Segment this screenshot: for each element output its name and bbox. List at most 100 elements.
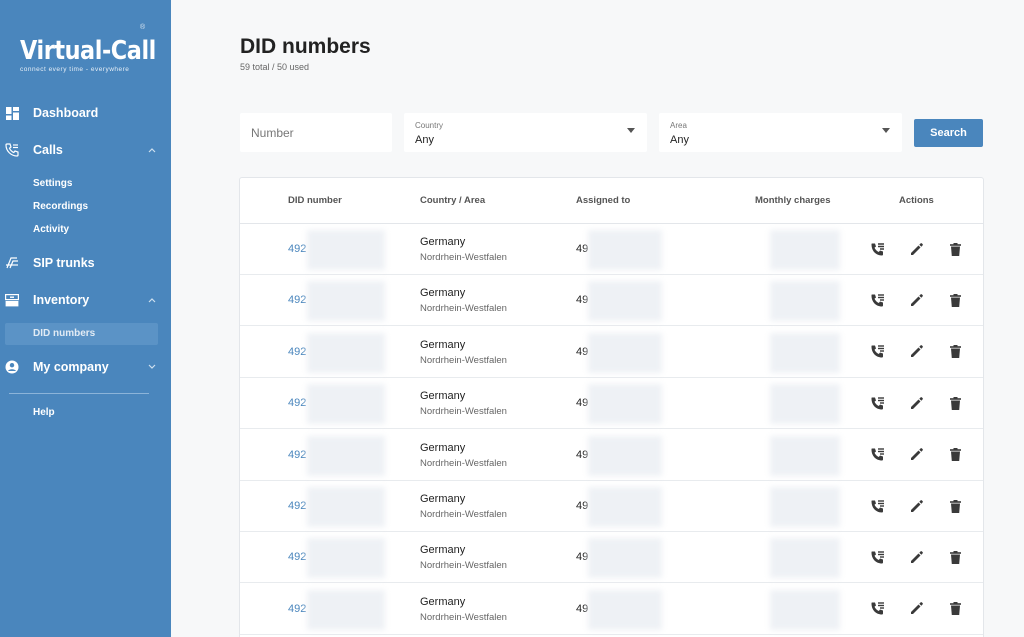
edit-pencil-icon[interactable]: [907, 394, 925, 412]
did-number-link[interactable]: 492: [288, 551, 306, 563]
phone-log-icon: [5, 143, 19, 157]
redacted-did: [307, 332, 385, 373]
did-number-link[interactable]: 492: [288, 294, 306, 306]
edit-pencil-icon[interactable]: [907, 497, 925, 515]
redacted-assigned: [588, 332, 662, 373]
nav-calls[interactable]: Calls: [0, 138, 171, 162]
redacted-did: [307, 589, 385, 630]
country-select[interactable]: Country Any: [404, 113, 647, 152]
trash-icon[interactable]: [946, 446, 964, 464]
redacted-assigned: [588, 589, 662, 630]
redacted-assigned: [588, 538, 662, 579]
dropdown-arrow-icon: [627, 128, 635, 133]
col-actions: Actions: [899, 195, 934, 206]
dashboard-icon: [5, 106, 19, 120]
did-number-link[interactable]: 492: [288, 449, 306, 461]
col-country-area[interactable]: Country / Area: [420, 195, 485, 206]
phone-forward-icon[interactable]: [868, 548, 886, 566]
col-monthly-charges[interactable]: Monthly charges: [755, 195, 831, 206]
nav-inventory[interactable]: Inventory: [0, 288, 171, 312]
phone-forward-icon[interactable]: [868, 497, 886, 515]
did-numbers-table: DID number Country / Area Assigned to Mo…: [239, 177, 984, 637]
col-did-number[interactable]: DID number: [288, 195, 342, 206]
did-number-link[interactable]: 492: [288, 500, 306, 512]
redacted-charges: [770, 487, 840, 527]
nav-help[interactable]: Help: [33, 407, 55, 418]
area-text: Nordrhein-Westfalen: [420, 252, 507, 263]
country-label: Country: [415, 121, 444, 130]
account-circle-icon: [5, 360, 19, 374]
edit-pencil-icon[interactable]: [907, 291, 925, 309]
assigned-to-text: 49: [576, 602, 589, 615]
chevron-down-icon[interactable]: [147, 362, 157, 372]
nav-calls-recordings[interactable]: Recordings: [33, 201, 88, 212]
did-number-link[interactable]: 492: [288, 397, 306, 409]
edit-pencil-icon[interactable]: [907, 343, 925, 361]
redacted-assigned: [588, 384, 662, 425]
area-text: Nordrhein-Westfalen: [420, 611, 507, 623]
col-assigned-to[interactable]: Assigned to: [576, 195, 630, 206]
phone-forward-icon[interactable]: [868, 291, 886, 309]
country-text: Germany: [420, 441, 466, 454]
nav-calls-label: Calls: [33, 143, 63, 157]
trash-icon[interactable]: [946, 343, 964, 361]
phone-forward-icon[interactable]: [868, 394, 886, 412]
area-text: Nordrhein-Westfalen: [420, 303, 507, 315]
redacted-assigned: [588, 281, 662, 322]
sidebar-divider: [9, 393, 149, 394]
nav-dashboard[interactable]: Dashboard: [0, 101, 171, 125]
phone-forward-icon[interactable]: [868, 343, 886, 361]
brand-name: Virtual-Call: [20, 36, 156, 66]
sidebar: Virtual-Call connect every time - everyw…: [0, 0, 171, 637]
redacted-assigned: [588, 230, 662, 270]
country-text: Germany: [420, 595, 466, 608]
did-number-link[interactable]: 492: [288, 603, 306, 615]
country-text: Germany: [420, 493, 466, 505]
country-text: Germany: [420, 338, 466, 351]
area-text: Nordrhein-Westfalen: [420, 560, 507, 572]
trash-icon[interactable]: [946, 394, 964, 412]
nav-calls-activity[interactable]: Activity: [33, 224, 69, 235]
trash-icon[interactable]: [946, 291, 964, 309]
nav-sip-trunks-label: SIP trunks: [33, 256, 95, 270]
redacted-assigned: [588, 435, 662, 476]
edit-pencil-icon[interactable]: [907, 446, 925, 464]
inventory-icon: [5, 293, 19, 307]
nav-sip-trunks[interactable]: SIP trunks: [0, 251, 171, 275]
number-filter: [240, 113, 392, 152]
table-row: 492 Germany Nordrhein-Westfalen 49: [240, 378, 983, 430]
area-text: Nordrhein-Westfalen: [420, 406, 507, 418]
area-text: Nordrhein-Westfalen: [420, 457, 507, 469]
chevron-up-icon[interactable]: [147, 145, 157, 155]
did-number-link[interactable]: 492: [288, 346, 306, 358]
country-text: Germany: [420, 390, 466, 403]
nav-calls-settings[interactable]: Settings: [33, 178, 72, 189]
edit-pencil-icon[interactable]: [907, 548, 925, 566]
trash-icon[interactable]: [946, 600, 964, 618]
nav-inventory-did-numbers[interactable]: DID numbers: [5, 323, 158, 345]
edit-pencil-icon[interactable]: [907, 600, 925, 618]
search-button[interactable]: Search: [914, 119, 983, 147]
redacted-did: [307, 435, 385, 476]
phone-forward-icon[interactable]: [868, 446, 886, 464]
trash-icon[interactable]: [946, 548, 964, 566]
nav-my-company[interactable]: My company: [0, 355, 171, 379]
area-text: Nordrhein-Westfalen: [420, 354, 507, 366]
did-number-link[interactable]: 492: [288, 243, 306, 255]
trash-icon[interactable]: [946, 497, 964, 515]
chevron-up-icon[interactable]: [147, 295, 157, 305]
brand-tagline: connect every time - everywhere: [20, 66, 130, 73]
phone-forward-icon[interactable]: [868, 600, 886, 618]
brand-logo[interactable]: Virtual-Call connect every time - everyw…: [20, 24, 160, 73]
area-select[interactable]: Area Any: [659, 113, 902, 152]
number-input[interactable]: [240, 113, 392, 152]
edit-pencil-icon[interactable]: [907, 240, 925, 258]
area-value: Any: [670, 134, 689, 146]
page-subtitle: 59 total / 50 used: [240, 62, 310, 72]
assigned-to-text: 49: [576, 294, 589, 307]
country-text: Germany: [420, 544, 466, 557]
phone-forward-icon[interactable]: [868, 240, 886, 258]
nav-inventory-label: Inventory: [33, 293, 90, 307]
redacted-assigned: [588, 487, 662, 527]
trash-icon[interactable]: [946, 240, 964, 258]
